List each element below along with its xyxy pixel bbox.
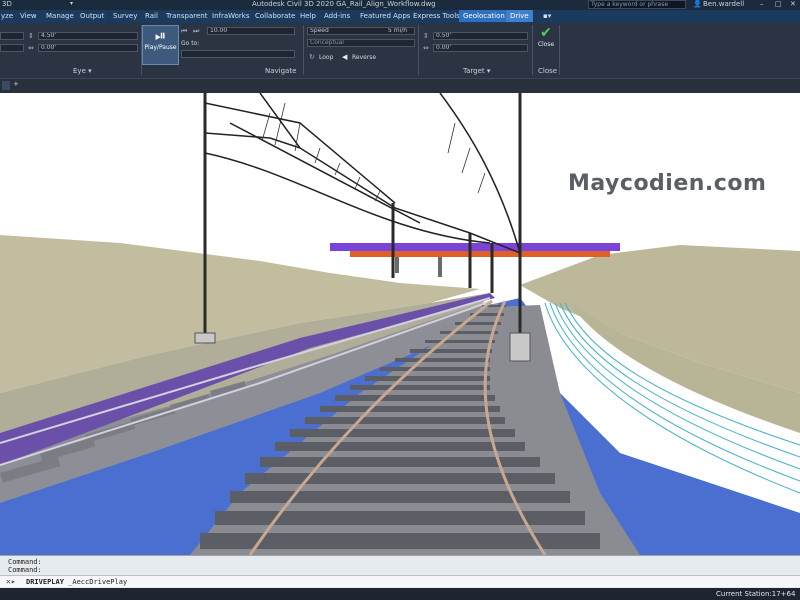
reverse-icon[interactable]: ◀ [342, 53, 347, 61]
speed-label: Speed [310, 27, 329, 34]
eye-height-field[interactable]: 4.50' [38, 32, 138, 40]
ribbon-panel: ⇕ 4.50' ⇔ 0.00' Eye ▾ ⏯ Play/Pause ⏮ ⏭ 1… [0, 23, 800, 79]
maximize-button[interactable]: □ [775, 0, 782, 8]
window-title: Autodesk Civil 3D 2020 GA_Rail_Align_Wor… [252, 0, 436, 8]
divider [418, 25, 419, 75]
close-label: Close [537, 41, 555, 48]
document-tab[interactable] [2, 81, 10, 90]
speed-value: 5 mi/h [388, 27, 408, 34]
reverse-button[interactable]: Reverse [352, 54, 376, 61]
chevron-down-icon[interactable]: ▾ [70, 0, 73, 7]
tab-collaborate[interactable]: Collaborate [255, 12, 295, 20]
bridge-girder [350, 251, 610, 257]
close-window-button[interactable]: ✕ [790, 0, 796, 8]
eye-left-field-2[interactable] [0, 44, 24, 52]
loop-button[interactable]: Loop [319, 54, 333, 61]
civil3d-window: 3D ▾ Autodesk Civil 3D 2020 GA_Rail_Alig… [0, 0, 800, 600]
user-icon: 👤 [693, 0, 702, 8]
station-field[interactable]: 10.00 [207, 27, 295, 35]
command-name: DRIVEPLAY [26, 578, 64, 586]
tab-drive[interactable]: Drive [506, 10, 533, 22]
eye-offset-icon: ⇔ [28, 44, 34, 52]
search-input[interactable]: Type a keyword or phrase [588, 0, 686, 9]
tab-survey[interactable]: Survey [113, 12, 137, 20]
tab-output[interactable]: Output [80, 12, 104, 20]
tab-featured-apps[interactable]: Featured Apps [360, 12, 410, 20]
command-text[interactable]: DRIVEPLAY _AeccDrivePlay [26, 578, 127, 586]
loop-icon[interactable]: ↻ [309, 53, 315, 61]
target-offset-field[interactable]: 0.00' [433, 44, 528, 52]
navigate-panel-title: Navigate [265, 67, 297, 75]
eye-left-field[interactable] [0, 32, 24, 40]
target-height-icon: ⇕ [423, 32, 429, 40]
tab-rail[interactable]: Rail [145, 12, 158, 20]
checkmark-icon: ✔ [540, 25, 552, 41]
tab-manage[interactable]: Manage [46, 12, 74, 20]
tab-infraworks[interactable]: InfraWorks [212, 12, 250, 20]
bridge-deck [330, 243, 620, 251]
tab-view[interactable]: View [20, 12, 37, 20]
ribbon-tabs: yze View Manage Output Survey Rail Trans… [0, 10, 800, 23]
close-panel-title: Close [538, 67, 558, 75]
target-offset-icon: ⇔ [423, 44, 429, 52]
command-history-line: Command: [8, 558, 42, 566]
drawing-viewport[interactable]: Maycodien.com [0, 93, 800, 555]
minimize-button[interactable]: – [760, 0, 764, 8]
title-bar: 3D ▾ Autodesk Civil 3D 2020 GA_Rail_Alig… [0, 0, 800, 10]
status-bar: Current Station:17+64 [0, 588, 800, 600]
rail-3d-scene [0, 93, 800, 555]
tab-geolocation[interactable]: Geolocation [459, 10, 509, 22]
tab-help[interactable]: Help [300, 12, 316, 20]
close-drive-button[interactable]: ✔ Close [535, 25, 557, 59]
command-line: Command: Command: ✕▸ DRIVEPLAY _AeccDriv… [0, 555, 800, 588]
camera-icon[interactable]: ▪▾ [543, 12, 551, 20]
visual-style-dropdown[interactable]: Conceptual [307, 39, 415, 47]
play-pause-label: Play/Pause [144, 44, 177, 51]
eye-panel-title[interactable]: Eye ▾ [73, 67, 92, 75]
watermark-text: Maycodien.com [568, 171, 767, 196]
bridge-pier [395, 257, 399, 273]
play-pause-button[interactable]: ⏯ Play/Pause [142, 25, 179, 65]
divider [303, 25, 304, 75]
tab-express-tools[interactable]: Express Tools [413, 12, 460, 20]
current-station-readout: Current Station:17+64 [716, 590, 796, 598]
speed-field[interactable]: Speed 5 mi/h [307, 27, 415, 35]
divider [532, 25, 533, 75]
goto-label: Go to: [181, 40, 200, 47]
step-back-icon[interactable]: ⏮ [181, 27, 187, 36]
document-tab-bar: + [0, 79, 800, 93]
command-close-icon[interactable]: ✕▸ [6, 577, 16, 586]
bridge-pier [438, 257, 442, 277]
tab-transparent[interactable]: Transparent [166, 12, 207, 20]
goto-field[interactable] [181, 50, 295, 58]
tab-analyze[interactable]: yze [1, 12, 13, 20]
eye-offset-field[interactable]: 0.00' [38, 44, 138, 52]
command-history-line: Command: [8, 566, 42, 574]
divider [559, 25, 560, 75]
target-height-field[interactable]: 0.50' [433, 32, 528, 40]
target-panel-title[interactable]: Target ▾ [463, 67, 490, 75]
user-name[interactable]: Ben.wardell [703, 0, 744, 8]
play-pause-icon: ⏯ [154, 28, 167, 44]
add-tab-button[interactable]: + [13, 80, 19, 88]
workspace-label[interactable]: 3D [2, 0, 12, 8]
command-args: _AeccDrivePlay [63, 578, 128, 586]
eye-height-icon: ⇕ [28, 32, 34, 40]
step-forward-icon[interactable]: ⏭ [193, 27, 199, 36]
tab-add-ins[interactable]: Add-ins [324, 12, 350, 20]
command-input[interactable]: ✕▸ DRIVEPLAY _AeccDrivePlay [0, 575, 800, 587]
